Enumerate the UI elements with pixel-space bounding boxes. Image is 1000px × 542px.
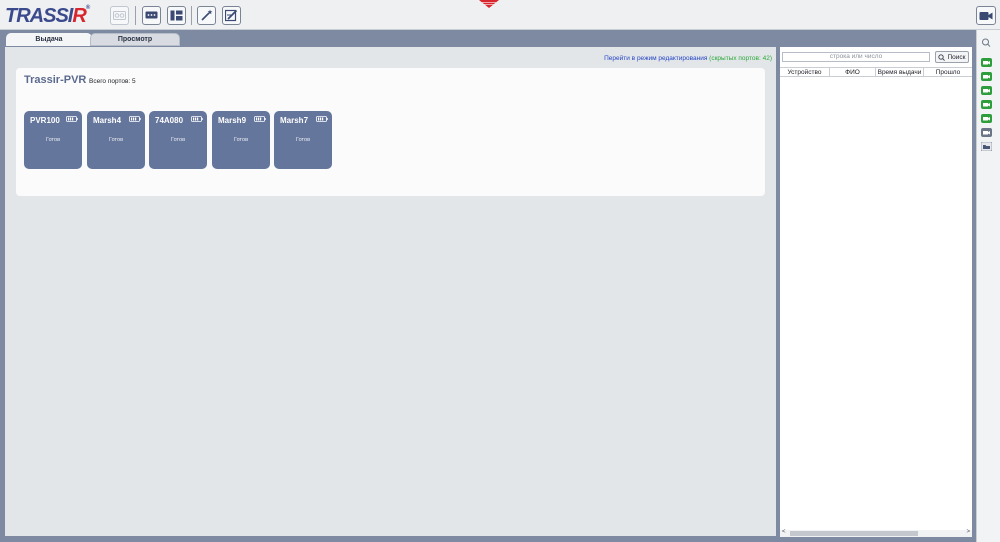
pvr-panel: Trassir-PVR Всего портов: 5 PVR100 Готов… <box>16 68 765 196</box>
device-name: Marsh7 <box>280 116 309 125</box>
search-icon <box>938 53 946 61</box>
device-name: Marsh9 <box>218 116 247 125</box>
table-header: Устройство ФИО Время выдачи Прошло <box>780 67 972 77</box>
layout-button[interactable] <box>167 6 186 25</box>
device-tile[interactable]: 74A080 Готов <box>149 111 207 169</box>
edit-icon <box>225 9 238 22</box>
camera-green-icon[interactable] <box>981 100 992 109</box>
camera-green-icon[interactable] <box>981 58 992 67</box>
device-name: Marsh4 <box>93 116 122 125</box>
camera-green-icon[interactable] <box>981 72 992 81</box>
device-tile[interactable]: Marsh7 Готов <box>274 111 332 169</box>
search-button-label: Поиск <box>947 53 966 61</box>
device-status: Готов <box>109 137 123 143</box>
column-header[interactable]: Устройство <box>780 68 830 76</box>
device-status: Готов <box>234 137 248 143</box>
device-name: PVR100 <box>30 116 60 125</box>
device-tile[interactable]: Marsh9 Готов <box>212 111 270 169</box>
edit-mode-link[interactable]: Перейти в режим редактирования (скрытых … <box>604 55 772 62</box>
chat-icon <box>145 11 158 18</box>
battery-icon <box>66 116 78 122</box>
horizontal-scrollbar[interactable]: < > <box>780 529 972 537</box>
device-tile[interactable]: Marsh4 Готов <box>87 111 145 169</box>
column-header[interactable]: Прошло <box>924 68 972 76</box>
toolbar-separator <box>135 6 136 25</box>
device-status: Готов <box>296 137 310 143</box>
camera-gray-icon[interactable] <box>981 128 992 137</box>
video-camera-icon <box>979 11 993 20</box>
edit-button[interactable] <box>222 6 241 25</box>
battery-icon <box>191 116 203 122</box>
device-status: Готов <box>46 137 60 143</box>
top-toolbar: TRASSIR® <box>0 0 1000 30</box>
battery-icon <box>254 116 266 122</box>
device-tile[interactable]: PVR100 Готов <box>24 111 82 169</box>
hidden-ports-count: (скрытых портов: 42) <box>709 55 772 62</box>
tape-button[interactable] <box>110 6 129 25</box>
panel-title: Trassir-PVR <box>24 74 87 86</box>
column-header[interactable]: ФИО <box>830 68 876 76</box>
camera-green-icon[interactable] <box>981 86 992 95</box>
column-header[interactable]: Время выдачи <box>876 68 924 76</box>
video-camera-button[interactable] <box>976 6 996 25</box>
magic-wand-icon <box>201 9 213 21</box>
device-name: 74A080 <box>155 116 184 125</box>
layout-icon <box>170 10 183 21</box>
tape-icon <box>113 11 126 20</box>
collapse-arrow-icon[interactable] <box>479 0 499 8</box>
tab-view[interactable]: Просмотр <box>90 33 180 46</box>
battery-icon <box>316 116 328 122</box>
toolbar-separator <box>191 6 192 25</box>
right-toolbar <box>976 30 1000 542</box>
search-icon[interactable] <box>981 38 992 47</box>
camera-green-icon[interactable] <box>981 114 992 123</box>
battery-icon <box>129 116 141 122</box>
folder-icon[interactable] <box>981 142 992 151</box>
scroll-right-icon[interactable]: > <box>966 529 970 535</box>
chat-button[interactable] <box>142 6 161 25</box>
issue-log-panel: строка или число Поиск Устройство ФИО Вр… <box>778 47 972 537</box>
total-ports-label: Всего портов: 5 <box>89 78 136 85</box>
device-status: Готов <box>171 137 185 143</box>
logo-text: TRASSI <box>5 5 73 27</box>
scroll-left-icon[interactable]: < <box>782 529 786 535</box>
issue-content: Перейти в режим редактирования (скрытых … <box>5 47 776 536</box>
tab-issue[interactable]: Выдача <box>6 33 92 46</box>
search-button[interactable]: Поиск <box>935 51 969 63</box>
scrollbar-thumb[interactable] <box>790 531 918 536</box>
magic-wand-button[interactable] <box>197 6 216 25</box>
search-input[interactable]: строка или число <box>782 52 930 62</box>
trassir-logo: TRASSIR® <box>5 5 90 27</box>
edit-mode-link-text[interactable]: Перейти в режим редактирования <box>604 55 707 62</box>
